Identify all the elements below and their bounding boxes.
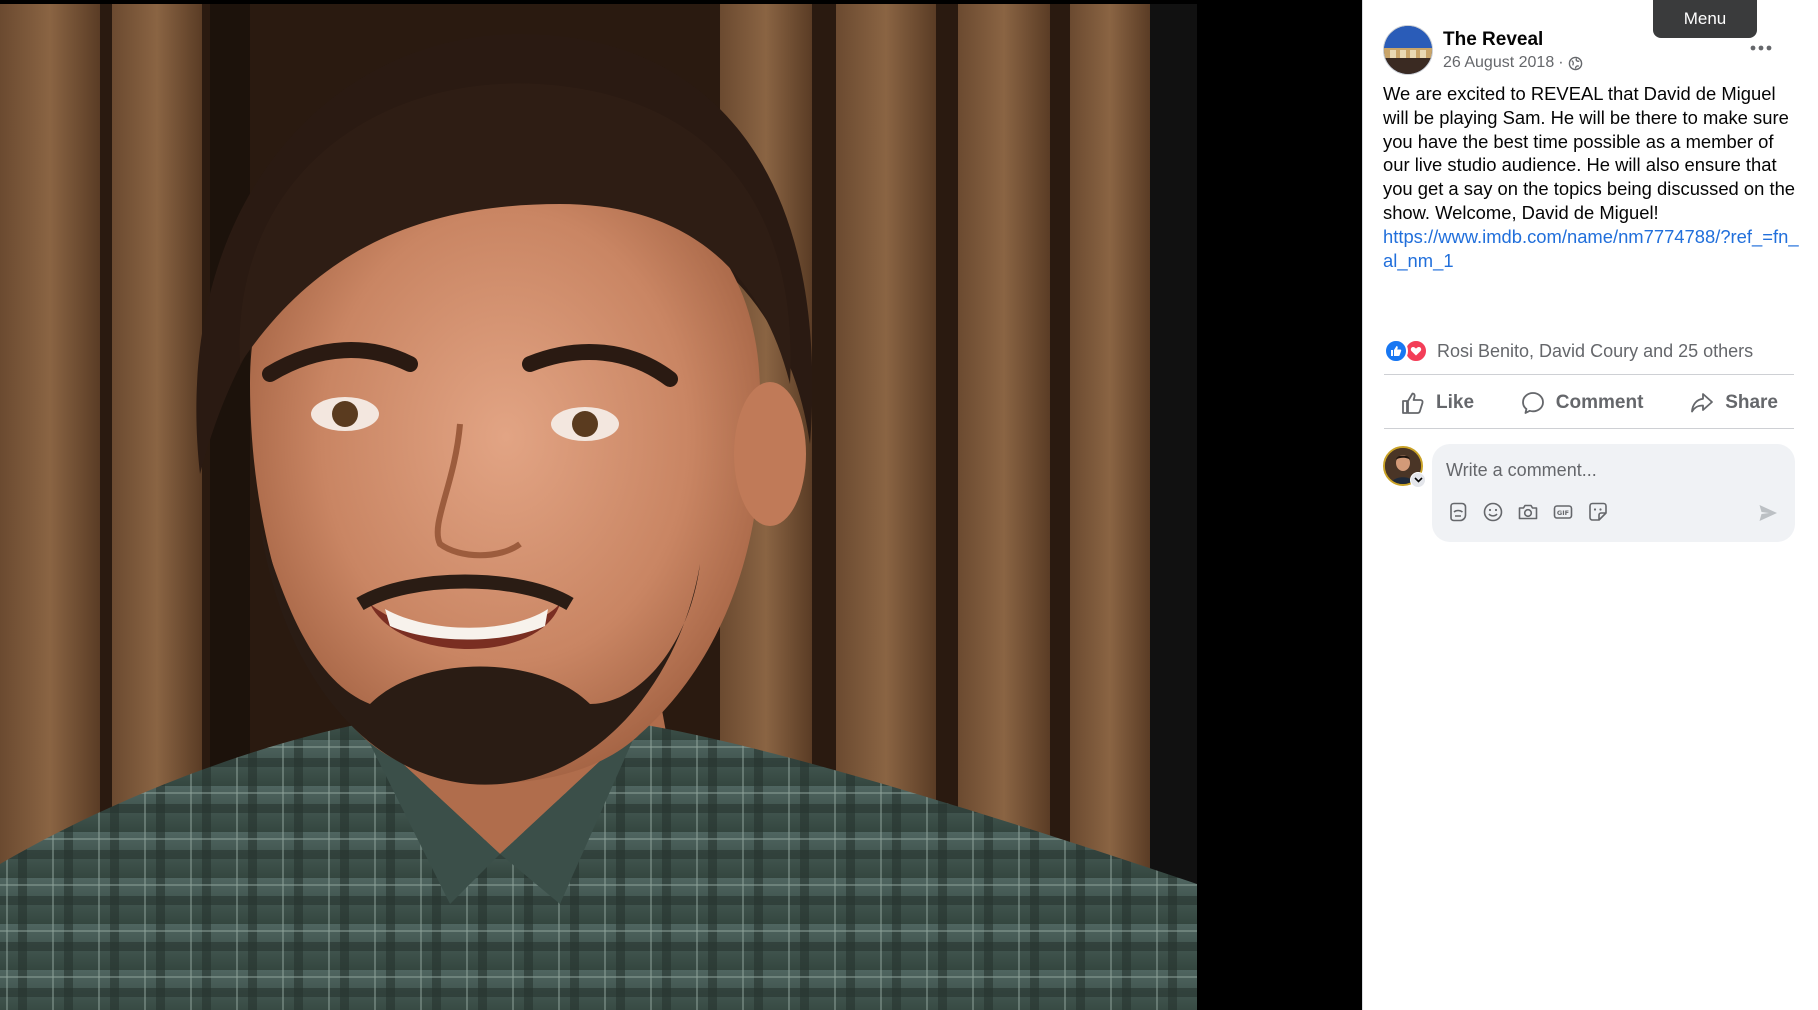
like-reaction-icon (1384, 339, 1408, 363)
share-button[interactable]: Share (1673, 380, 1794, 426)
post-actions: Like Comment Share (1384, 380, 1794, 426)
reactions-count-text[interactable]: Rosi Benito, David Coury and 25 others (1437, 341, 1753, 362)
page-name-link[interactable]: The Reveal (1443, 29, 1543, 51)
emoji-icon[interactable] (1481, 500, 1505, 524)
chevron-down-icon (1413, 477, 1423, 483)
send-icon[interactable] (1757, 502, 1779, 524)
like-label: Like (1436, 392, 1475, 413)
comment-button[interactable]: Comment (1504, 380, 1660, 426)
share-arrow-icon (1691, 393, 1714, 413)
portrait-illustration (0, 4, 1197, 1010)
post-meta: 26 August 2018 · (1443, 54, 1583, 72)
more-options-button[interactable] (1745, 34, 1777, 62)
comment-input[interactable] (1446, 456, 1776, 484)
divider-top (1384, 374, 1794, 375)
post-body-text: We are excited to REVEAL that David de M… (1383, 83, 1796, 223)
svg-text:GIF: GIF (1557, 509, 1569, 517)
comment-label: Comment (1555, 392, 1644, 413)
comment-tools: GIF (1446, 500, 1610, 524)
comment-box: GIF (1432, 444, 1795, 542)
post-photo[interactable] (0, 4, 1197, 1010)
meta-separator: · (1558, 54, 1564, 71)
camera-icon[interactable] (1516, 500, 1540, 524)
post-text: We are excited to REVEAL that David de M… (1383, 82, 1803, 272)
sticker-icon[interactable] (1586, 500, 1610, 524)
reactions-summary[interactable]: Rosi Benito, David Coury and 25 others (1384, 338, 1753, 364)
divider-bottom (1384, 428, 1794, 429)
photo-viewer (0, 0, 1362, 1010)
profile-switch-button[interactable] (1410, 472, 1426, 488)
share-label: Share (1725, 392, 1778, 413)
page-avatar-image (1384, 26, 1432, 74)
thumbs-up-icon (1402, 392, 1424, 414)
gif-icon[interactable]: GIF (1551, 500, 1575, 524)
comment-composer: GIF (1383, 444, 1795, 542)
more-horizontal-icon (1750, 45, 1772, 51)
globe-icon (1568, 56, 1582, 70)
post-header: The Reveal 26 August 2018 · (1383, 25, 1803, 77)
avatar-sticker-icon[interactable] (1446, 500, 1470, 524)
comment-bubble-icon (1521, 392, 1544, 414)
post-date[interactable]: 26 August 2018 (1443, 54, 1554, 72)
imdb-link[interactable]: https://www.imdb.com/name/nm7774788/?ref… (1383, 225, 1803, 273)
page-avatar[interactable] (1383, 25, 1433, 75)
like-button[interactable]: Like (1384, 380, 1490, 426)
